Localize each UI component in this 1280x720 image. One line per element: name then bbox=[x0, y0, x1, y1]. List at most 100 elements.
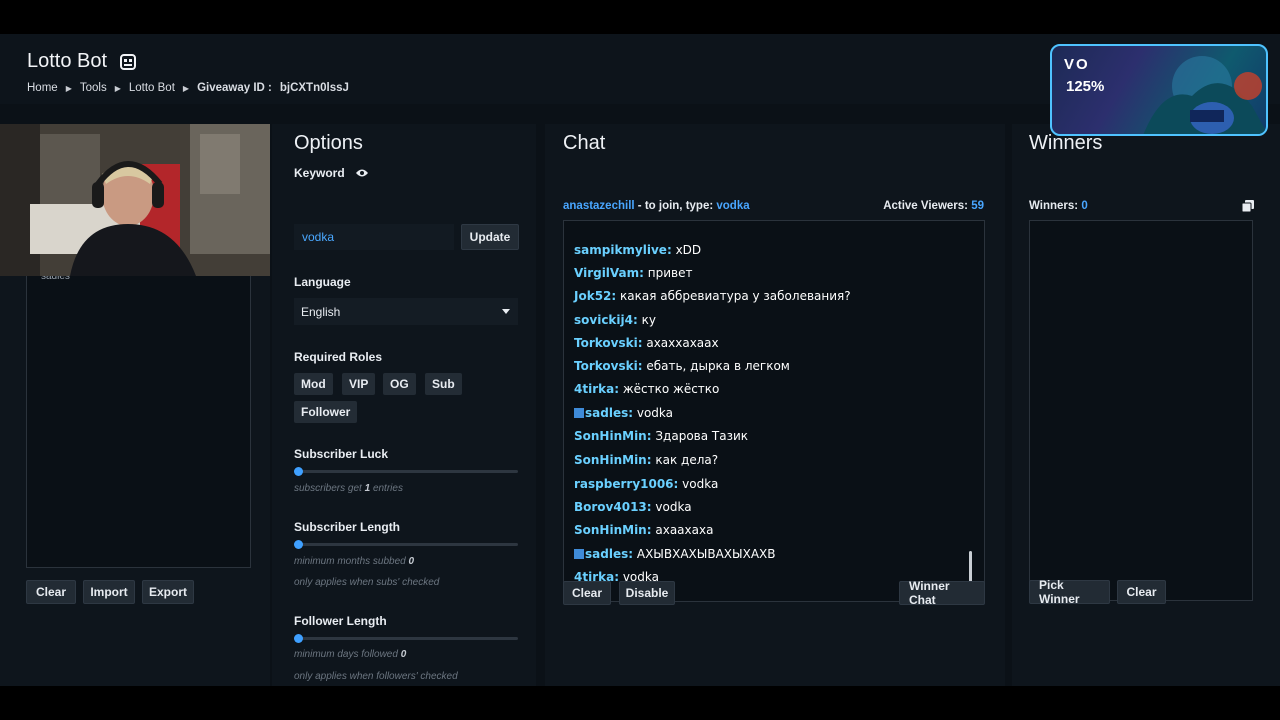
chat-clear-button[interactable]: Clear bbox=[563, 581, 611, 605]
bottom-black-bar bbox=[0, 686, 1280, 720]
page-title-text: Lotto Bot bbox=[27, 50, 108, 72]
chat-username: SonHinMin: bbox=[574, 453, 652, 467]
subscriber-length-slider[interactable] bbox=[294, 540, 518, 549]
chat-message: sampikmylive: xDD bbox=[574, 243, 701, 257]
subscriber-length-note: only applies when subs' checked bbox=[294, 577, 440, 588]
chat-text: ахаххахаах bbox=[646, 336, 719, 350]
chat-text: ебать, дырка в легком bbox=[646, 359, 790, 373]
eye-icon[interactable] bbox=[355, 168, 369, 178]
keyword-input[interactable]: vodka bbox=[294, 224, 454, 250]
role-og-button[interactable]: OG bbox=[383, 373, 416, 395]
chat-message: sadles: vodka bbox=[574, 406, 673, 420]
required-roles-label: Required Roles bbox=[294, 350, 383, 364]
webcam-image bbox=[0, 124, 270, 276]
subscriber-luck-hint: subscribers get 1 entries bbox=[294, 483, 403, 494]
chat-message: Torkovski: ебать, дырка в легком bbox=[574, 359, 790, 373]
breadcrumb-separator-icon: ▶ bbox=[114, 83, 121, 93]
winners-panel: Winners Winners: 0 Pick Winner Clear bbox=[1012, 124, 1280, 686]
chat-username: raspberry1006: bbox=[574, 477, 679, 491]
winners-count-row: Winners: 0 bbox=[1029, 200, 1088, 212]
follower-length-label: Follower Length bbox=[294, 614, 387, 628]
copy-icon[interactable] bbox=[1242, 200, 1254, 212]
subscriber-length-value: 0 bbox=[408, 556, 415, 567]
role-mod-button[interactable]: Mod bbox=[294, 373, 333, 395]
role-sub-button[interactable]: Sub bbox=[425, 373, 462, 395]
chat-message: SonHinMin: ахаахаха bbox=[574, 523, 713, 537]
winners-clear-button[interactable]: Clear bbox=[1117, 580, 1166, 604]
role-follower-button[interactable]: Follower bbox=[294, 401, 358, 423]
chat-disable-button[interactable]: Disable bbox=[619, 581, 675, 605]
chat-username: sovickij4: bbox=[574, 313, 638, 327]
options-panel: Options Keyword vodka Update Language En… bbox=[272, 124, 536, 686]
channel-name[interactable]: anastazechill bbox=[563, 200, 635, 212]
giveaway-id-label: Giveaway ID : bbox=[197, 82, 272, 94]
pick-winner-button[interactable]: Pick Winner bbox=[1029, 578, 1110, 606]
breadcrumb-lotto-bot[interactable]: Lotto Bot bbox=[129, 82, 175, 94]
hint-text: subscribers get bbox=[294, 483, 362, 494]
language-selected: English bbox=[301, 305, 341, 319]
webcam-overlay bbox=[0, 124, 270, 276]
stream-overlay-widget: VO 125% bbox=[1050, 44, 1268, 136]
winner-chat-button[interactable]: Winner Chat bbox=[899, 579, 985, 607]
subscriber-luck-slider[interactable] bbox=[294, 467, 518, 476]
winners-list[interactable] bbox=[1029, 220, 1253, 601]
hint-text: entries bbox=[372, 483, 403, 494]
keyword-label-row: Keyword bbox=[294, 166, 369, 180]
slider-handle[interactable] bbox=[294, 467, 303, 476]
keyword-label: Keyword bbox=[294, 166, 345, 180]
chat-username: VirgilVam: bbox=[574, 266, 644, 280]
chat-username: sampikmylive: bbox=[574, 243, 672, 257]
subscriber-length-hint: minimum months subbed 0 bbox=[294, 556, 414, 567]
chat-panel: Chat anastazechill - to join, type: vodk… bbox=[545, 124, 1005, 686]
breadcrumb: Home ▶ Tools ▶ Lotto Bot ▶ Giveaway ID :… bbox=[27, 82, 349, 94]
chat-username: SonHinMin: bbox=[574, 429, 652, 443]
chat-text: Здарова Тазик bbox=[655, 429, 749, 443]
chat-message: raspberry1006: vodka bbox=[574, 477, 718, 491]
update-button[interactable]: Update bbox=[461, 224, 519, 250]
chat-text: ахаахаха bbox=[655, 523, 714, 537]
chat-message: sadles: АХЫВХАХЫВАХЫХАХВ bbox=[574, 547, 775, 561]
chat-join-instructions: anastazechill - to join, type: vodka bbox=[563, 200, 750, 212]
chat-message: Borov4013: vodka bbox=[574, 500, 692, 514]
breadcrumb-separator-icon: ▶ bbox=[182, 83, 190, 93]
subscriber-luck-label: Subscriber Luck bbox=[294, 447, 389, 461]
slider-handle[interactable] bbox=[294, 540, 303, 549]
follower-length-slider[interactable] bbox=[294, 634, 518, 643]
chat-log[interactable]: sampikmylive: xDD VirgilVam: привет Jok5… bbox=[563, 220, 985, 602]
chat-username: sadles: bbox=[585, 406, 634, 420]
chat-title: Chat bbox=[563, 132, 606, 154]
moderator-badge-icon bbox=[574, 549, 584, 559]
chat-message: SonHinMin: Здарова Тазик bbox=[574, 429, 748, 443]
role-vip-button[interactable]: VIP bbox=[342, 373, 376, 395]
language-select[interactable]: English bbox=[294, 298, 518, 325]
subscriber-length-label: Subscriber Length bbox=[294, 520, 401, 534]
viewers-count: 59 bbox=[971, 200, 984, 212]
top-black-bar bbox=[0, 0, 1280, 34]
chat-username: Borov4013: bbox=[574, 500, 652, 514]
robot-icon bbox=[120, 53, 137, 70]
subscriber-luck-value: 1 bbox=[364, 483, 371, 494]
chat-text: привет bbox=[647, 266, 693, 280]
import-button[interactable]: Import bbox=[83, 580, 135, 604]
chat-message: sovickij4: ку bbox=[574, 313, 656, 327]
breadcrumb-tools[interactable]: Tools bbox=[80, 82, 107, 94]
giveaway-id-value: bjCXTn0lssJ bbox=[279, 82, 349, 94]
breadcrumb-home[interactable]: Home bbox=[27, 82, 58, 94]
winners-count-label: Winners: bbox=[1029, 200, 1079, 212]
chat-text: xDD bbox=[675, 243, 702, 257]
hint-text: minimum days followed bbox=[294, 649, 398, 660]
entries-list[interactable]: sadles bbox=[26, 271, 251, 568]
overlay-label: VO bbox=[1064, 56, 1090, 73]
chat-text: как дела? bbox=[655, 453, 719, 467]
chat-text: vodka bbox=[655, 500, 692, 514]
export-button[interactable]: Export bbox=[142, 580, 194, 604]
chat-text: жёстко жёстко bbox=[622, 382, 720, 396]
language-label: Language bbox=[294, 275, 351, 289]
chat-message: 4tirka: жёстко жёстко bbox=[574, 382, 719, 396]
entries-clear-button[interactable]: Clear bbox=[26, 580, 76, 604]
winners-count: 0 bbox=[1081, 200, 1088, 212]
chat-text: vodka bbox=[682, 477, 719, 491]
chat-username: Torkovski: bbox=[574, 336, 643, 350]
chat-text: vodka bbox=[636, 406, 674, 420]
slider-handle[interactable] bbox=[294, 634, 303, 643]
